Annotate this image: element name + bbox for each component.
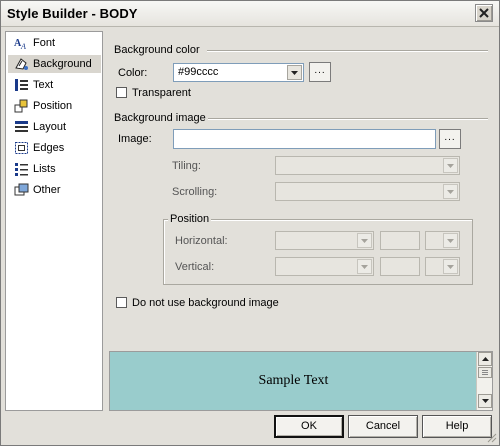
- category-list: AA Font Background Text Position Layout …: [5, 31, 103, 411]
- vertical-dropdown[interactable]: [275, 257, 374, 276]
- scroll-thumb[interactable]: [478, 367, 492, 378]
- scrolling-label: Scrolling:: [172, 186, 218, 198]
- vertical-label: Vertical:: [175, 261, 215, 273]
- close-icon: [479, 8, 489, 18]
- transparent-label: Transparent: [132, 87, 191, 99]
- background-color-heading: Background color: [114, 44, 200, 56]
- horizontal-unit-dropdown[interactable]: [425, 231, 460, 250]
- lists-icon: [14, 162, 29, 176]
- preview-background: Sample Text: [110, 352, 477, 410]
- chevron-down-icon[interactable]: [443, 184, 458, 199]
- image-label: Image:: [118, 133, 152, 145]
- text-icon: [14, 78, 29, 92]
- sidebar-item-font[interactable]: AA Font: [8, 34, 101, 52]
- svg-text:A: A: [20, 42, 26, 50]
- sidebar-item-background[interactable]: Background: [8, 55, 101, 73]
- cancel-button[interactable]: Cancel: [348, 415, 418, 438]
- vertical-unit-dropdown[interactable]: [425, 257, 460, 276]
- tiling-dropdown[interactable]: [275, 156, 460, 175]
- preview-pane: Sample Text: [109, 351, 493, 411]
- window-title: Style Builder - BODY: [7, 6, 138, 21]
- background-icon: [14, 57, 29, 71]
- section-divider: [207, 50, 488, 52]
- sidebar-item-label: Text: [33, 79, 54, 91]
- background-page: Background color Color: #99cccc ... Tran…: [105, 31, 496, 411]
- horizontal-value-input[interactable]: [380, 231, 420, 250]
- sidebar-item-label: Other: [33, 184, 61, 196]
- sidebar-item-other[interactable]: Other: [8, 181, 101, 199]
- sidebar-item-label: Position: [33, 100, 73, 112]
- title-bar[interactable]: Style Builder - BODY: [1, 1, 499, 27]
- preview-sample-text: Sample Text: [258, 373, 329, 388]
- sidebar-item-label: Layout: [33, 121, 67, 133]
- chevron-down-icon[interactable]: [357, 233, 372, 248]
- color-picker-button[interactable]: ...: [309, 62, 331, 82]
- help-button[interactable]: Help: [422, 415, 492, 438]
- color-value: #99cccc: [178, 66, 219, 78]
- style-builder-dialog: Style Builder - BODY AA Font Background …: [0, 0, 500, 446]
- tiling-label: Tiling:: [172, 160, 201, 172]
- position-group-label: Position: [168, 213, 212, 225]
- image-input[interactable]: [173, 129, 436, 149]
- chevron-down-icon[interactable]: [357, 259, 372, 274]
- color-dropdown[interactable]: #99cccc: [173, 63, 304, 82]
- image-browse-button[interactable]: ...: [439, 129, 461, 149]
- color-label: Color:: [118, 67, 148, 79]
- chevron-down-icon[interactable]: [443, 233, 458, 248]
- chevron-down-icon[interactable]: [443, 158, 458, 173]
- ok-button[interactable]: OK: [274, 415, 344, 438]
- sidebar-item-edges[interactable]: Edges: [8, 139, 101, 157]
- transparent-checkbox[interactable]: [116, 87, 127, 98]
- position-icon: [14, 99, 29, 113]
- edges-icon: [14, 141, 29, 155]
- layout-icon: [14, 120, 29, 134]
- vertical-value-input[interactable]: [380, 257, 420, 276]
- chevron-up-icon: [481, 357, 489, 361]
- horizontal-dropdown[interactable]: [275, 231, 374, 250]
- scroll-down-button[interactable]: [478, 394, 492, 408]
- scroll-up-button[interactable]: [478, 352, 492, 366]
- font-icon: AA: [14, 36, 29, 50]
- no-background-image-checkbox[interactable]: [116, 297, 127, 308]
- other-icon: [14, 183, 29, 197]
- sidebar-item-label: Lists: [33, 163, 56, 175]
- resize-grip-icon[interactable]: [485, 431, 497, 443]
- sidebar-item-label: Edges: [33, 142, 65, 154]
- scrolling-dropdown[interactable]: [275, 182, 460, 201]
- horizontal-label: Horizontal:: [175, 235, 228, 247]
- section-divider: [208, 118, 488, 120]
- sidebar-item-label: Font: [33, 37, 56, 49]
- background-image-heading: Background image: [114, 112, 206, 124]
- chevron-down-icon: [481, 399, 489, 403]
- preview-scrollbar[interactable]: [476, 352, 492, 410]
- sidebar-item-text[interactable]: Text: [8, 76, 101, 94]
- chevron-down-icon[interactable]: [287, 65, 302, 80]
- sidebar-item-label: Background: [33, 58, 92, 70]
- sidebar-item-lists[interactable]: Lists: [8, 160, 101, 178]
- close-button[interactable]: [475, 4, 493, 22]
- sidebar-item-position[interactable]: Position: [8, 97, 101, 115]
- no-background-image-label: Do not use background image: [132, 297, 279, 309]
- sidebar-item-layout[interactable]: Layout: [8, 118, 101, 136]
- chevron-down-icon[interactable]: [443, 259, 458, 274]
